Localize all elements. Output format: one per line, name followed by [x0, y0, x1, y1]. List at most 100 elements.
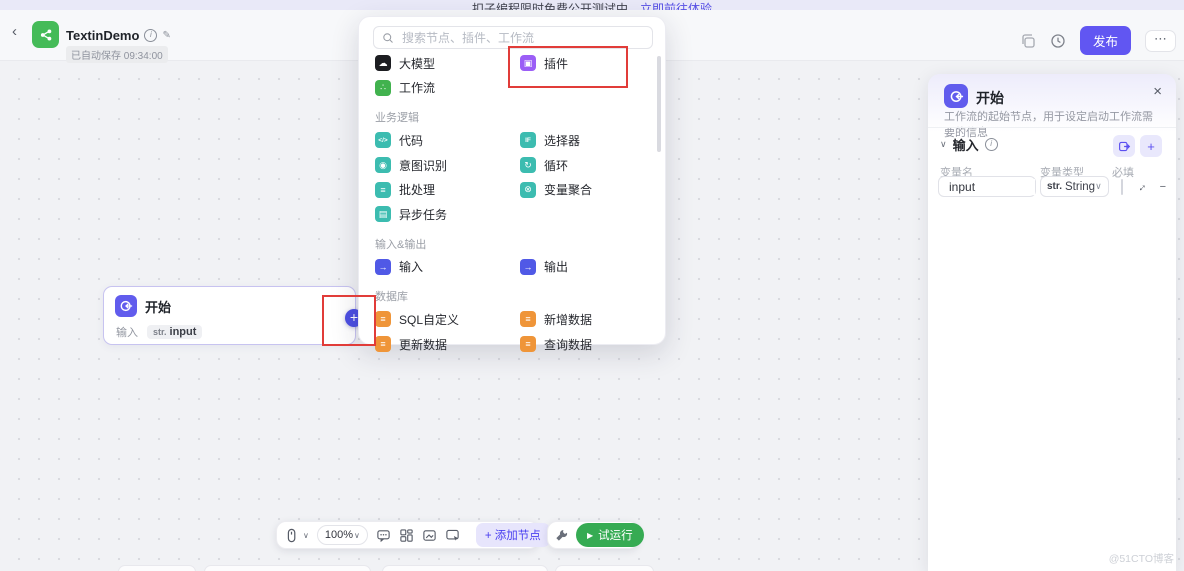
insert-data-icon: ≡: [520, 311, 536, 328]
node-var-chip: str. input: [147, 325, 203, 339]
required-checkbox[interactable]: [1120, 178, 1123, 195]
popup-item-update-data[interactable]: ≡ 更新数据: [375, 332, 520, 357]
start-node-icon: [115, 295, 137, 317]
promo-banner-link[interactable]: 立即前往体验: [640, 2, 712, 10]
var-type-select[interactable]: str. String ∨: [1040, 176, 1109, 197]
auto-layout-icon[interactable]: [399, 528, 414, 543]
popup-item-insert-data[interactable]: ≡ 新增数据: [520, 307, 665, 332]
wrench-icon[interactable]: [554, 528, 569, 543]
plugin-icon: ▣: [520, 55, 536, 72]
update-data-icon: ≡: [375, 336, 391, 353]
output-node-icon: →: [520, 258, 536, 275]
popup-item-plugin[interactable]: ▣ 插件: [520, 51, 665, 76]
node-start[interactable]: 开始 输入 str. input +: [103, 286, 363, 345]
type-name: String: [1065, 180, 1096, 193]
popup-item-sql-custom[interactable]: ≡ SQL自定义: [375, 307, 520, 332]
popup-item-loop[interactable]: ↻ 循环: [520, 153, 665, 178]
add-variable-button[interactable]: +: [1140, 135, 1162, 157]
popup-section-title: 业务逻辑: [375, 112, 419, 125]
panel-close-icon[interactable]: ×: [1153, 83, 1162, 100]
batch-edit-button[interactable]: [1113, 135, 1135, 157]
info-icon[interactable]: i: [144, 29, 158, 42]
promo-banner-text: 扣子编程限时免费公开测试中，: [471, 2, 640, 10]
var-name-input[interactable]: [947, 178, 1035, 195]
promo-banner: 扣子编程限时免费公开测试中，立即前往体验: [0, 0, 1184, 10]
share-nodes-icon: [40, 29, 51, 40]
type-tag: str.: [1047, 181, 1063, 192]
remove-variable-icon[interactable]: −: [1160, 181, 1166, 193]
app-title: TextinDemo: [66, 28, 140, 43]
history-icon[interactable]: [1050, 33, 1066, 49]
edit-icon[interactable]: ✎: [162, 30, 170, 41]
popup-search[interactable]: [373, 26, 653, 49]
popup-item-input-node[interactable]: → 输入: [375, 255, 520, 280]
popup-item-label: SQL自定义: [399, 312, 460, 327]
popup-search-input[interactable]: [400, 29, 634, 46]
popup-item-intent-recognition[interactable]: ◉ 意图识别: [375, 153, 520, 178]
node-io-label: 输入: [116, 327, 138, 339]
popup-item-label: 查询数据: [544, 337, 593, 352]
popup-item-label: 输出: [544, 260, 569, 275]
popup-item-code[interactable]: </> 代码: [375, 128, 520, 153]
popup-item-query-data[interactable]: ≡ 查询数据: [520, 332, 665, 357]
panel-title: 开始: [976, 90, 1004, 106]
zoom-chevron-icon: ∨: [354, 530, 360, 540]
popup-item-label: 新增数据: [544, 312, 593, 327]
popup-item-llm[interactable]: ☁ 大模型: [375, 51, 520, 76]
workflow-icon: ∴: [375, 79, 391, 96]
intent-recognition-icon: ◉: [375, 157, 391, 174]
loop-icon: ↻: [520, 157, 536, 174]
batch-edit-icon: [1118, 141, 1130, 151]
expand-icon[interactable]: ↔: [1133, 178, 1149, 194]
popup-section-title: 输入&输出: [375, 238, 427, 251]
select-chevron-icon: ∨: [1095, 181, 1102, 191]
panel-divider: [928, 127, 1176, 128]
mouse-mode-chevron-icon[interactable]: ∨: [303, 531, 309, 540]
card-stub: [382, 565, 548, 571]
zoom-select[interactable]: 100% ∨: [316, 525, 368, 545]
var-type-tag: str.: [153, 327, 167, 337]
sql-custom-icon: ≡: [375, 311, 391, 328]
popup-item-output-node[interactable]: → 输出: [520, 255, 665, 280]
query-data-icon: ≡: [520, 336, 536, 353]
section-info-icon[interactable]: i: [984, 138, 998, 151]
popup-item-label: 更新数据: [399, 337, 448, 352]
zoom-value: 100%: [324, 529, 353, 541]
autosave-badge: 已自动保存 09:34:00: [66, 46, 168, 63]
comment-icon[interactable]: [376, 528, 391, 543]
add-node-button[interactable]: + 添加节点: [475, 523, 550, 547]
popup-item-variable-aggregate[interactable]: ⊗ 变量聚合: [520, 177, 665, 202]
popup-item-selector[interactable]: IF 选择器: [520, 128, 665, 153]
batch-icon: ≡: [375, 181, 391, 198]
back-icon[interactable]: ‹: [12, 23, 17, 40]
select-area-icon[interactable]: [445, 528, 460, 543]
popup-item-label: 选择器: [544, 133, 581, 148]
mouse-mode-icon[interactable]: [284, 528, 299, 543]
node-select-popup: ☁ 大模型 ▣ 插件 ∴ 工作流业务逻辑 </> 代码 IF 选择器 ◉ 意图识别 ↻ 循环 ≡ 批处理 ⊗ 变量…: [358, 16, 666, 353]
node-title: 开始: [145, 299, 172, 315]
watermark: @51CTO博客: [1108, 553, 1174, 565]
copy-icon[interactable]: [1020, 33, 1036, 49]
popup-item-label: 批处理: [399, 183, 436, 198]
test-run-button[interactable]: ▶ 试运行: [576, 523, 644, 547]
more-button[interactable]: ⋯: [1145, 29, 1176, 52]
publish-button[interactable]: 发布: [1079, 26, 1131, 55]
async-task-icon: ▤: [375, 206, 391, 223]
test-run-label: 试运行: [598, 530, 633, 542]
llm-icon: ☁: [375, 55, 391, 72]
popup-node-list: ☁ 大模型 ▣ 插件 ∴ 工作流业务逻辑 </> 代码 IF 选择器 ◉ 意图识别 ↻ 循环 ≡ 批处理 ⊗ 变量…: [359, 51, 665, 356]
start-node-config-panel: 开始 × 工作流的起始节点，用于设定启动工作流需要的信息 ∨ 输入 i + 变量…: [928, 74, 1176, 571]
popup-item-batch[interactable]: ≡ 批处理: [375, 177, 520, 202]
selector-icon: IF: [520, 132, 536, 149]
popup-item-label: 工作流: [399, 81, 436, 96]
popup-scrollbar[interactable]: [657, 56, 661, 152]
popup-item-label: 插件: [544, 56, 569, 71]
run-toolbar: ▶ 试运行: [547, 521, 644, 549]
collapse-chevron-icon[interactable]: ∨: [940, 139, 947, 150]
card-stub: [204, 565, 371, 571]
input-section-title: 输入: [952, 138, 979, 153]
minimap-icon[interactable]: [422, 528, 437, 543]
popup-item-async-task[interactable]: ▤ 异步任务: [375, 202, 520, 227]
popup-item-workflow[interactable]: ∴ 工作流: [375, 76, 520, 101]
var-name-field[interactable]: [938, 176, 1036, 197]
